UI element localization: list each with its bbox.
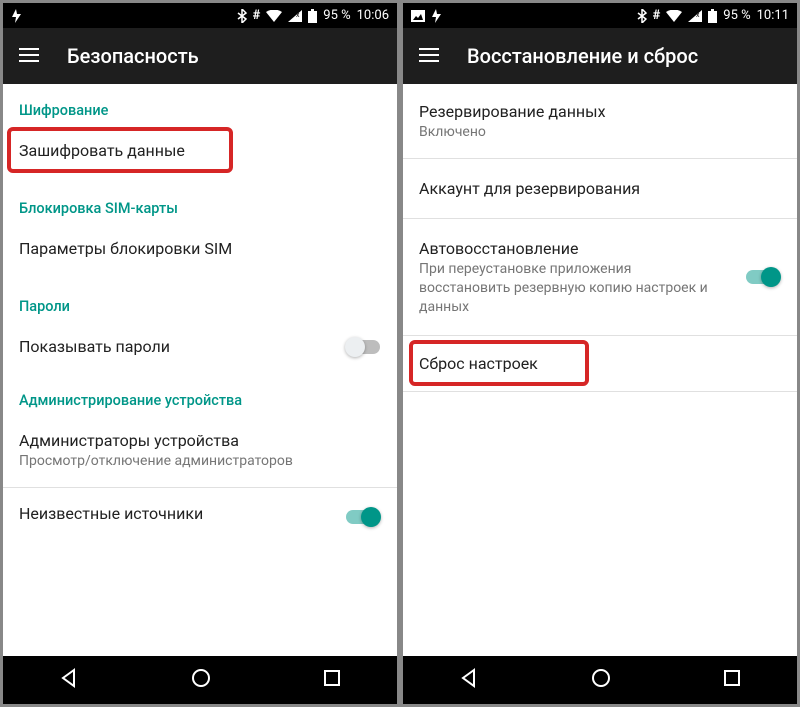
back-button[interactable] [458,667,480,693]
status-bar: # x 95 % 10:06 [3,3,397,28]
toggle-show-passwords[interactable] [345,337,381,357]
item-subtitle: Просмотр/отключение администраторов [19,452,381,471]
item-title: Резервирование данных [419,102,781,121]
item-factory-reset[interactable]: Сброс настроек [403,336,797,391]
item-show-passwords[interactable]: Показывать пароли [3,321,397,372]
item-subtitle: Включено [419,123,781,142]
section-header-passwords: Пароли [3,274,397,321]
item-title: Неизвестные источники [19,504,381,523]
status-bar: # x 95 % 10:11 [403,3,797,28]
home-button[interactable] [190,667,212,693]
back-button[interactable] [58,667,80,693]
item-title: Автовосстановление [419,239,781,258]
divider [403,391,797,392]
battery-percent: 95 % [323,8,350,23]
section-header-admin: Администрирование устройства [3,372,397,415]
toggle-unknown-sources[interactable] [345,507,381,527]
section-header-encryption: Шифрование [3,84,397,125]
toggle-auto-restore[interactable] [745,267,781,287]
recents-button[interactable] [722,668,742,692]
item-title: Аккаунт для резервирования [419,179,781,198]
battery-icon [308,9,317,23]
battery-icon [708,9,717,23]
status-clock: 10:11 [757,8,789,23]
wifi-icon [266,10,282,22]
phone-right: # x 95 % 10:11 Восстановление и сброс Ре… [403,3,797,704]
svg-text:x: x [296,11,300,19]
content: Резервирование данных Включено Аккаунт д… [403,84,797,656]
menu-icon[interactable] [419,47,439,66]
charging-icon [11,9,22,23]
signal-icon: x [288,10,302,22]
page-title: Восстановление и сброс [467,44,698,68]
item-sim-params[interactable]: Параметры блокировки SIM [3,223,397,274]
hash-icon: # [653,8,661,23]
image-icon [411,10,425,22]
svg-text:x: x [696,11,700,19]
bluetooth-icon [237,9,247,23]
item-encrypt-data[interactable]: Зашифровать данные [3,125,397,176]
item-backup-account[interactable]: Аккаунт для резервирования [403,159,797,218]
wifi-icon [666,10,682,22]
bluetooth-icon [637,9,647,23]
item-title: Зашифровать данные [19,141,381,160]
item-device-admins[interactable]: Администраторы устройства Просмотр/отклю… [3,415,397,487]
signal-icon: x [688,10,702,22]
recents-button[interactable] [322,668,342,692]
nav-bar [403,656,797,704]
content: Шифрование Зашифровать данные Блокировка… [3,84,397,656]
status-clock: 10:06 [357,8,389,23]
app-bar: Восстановление и сброс [403,28,797,84]
hash-icon: # [253,8,261,23]
home-button[interactable] [590,667,612,693]
item-title: Администраторы устройства [19,431,381,450]
app-bar: Безопасность [3,28,397,84]
item-title: Сброс настроек [419,354,781,373]
page-title: Безопасность [67,44,199,68]
item-title: Параметры блокировки SIM [19,239,381,258]
item-backup-data[interactable]: Резервирование данных Включено [403,84,797,158]
nav-bar [3,656,397,704]
section-header-sim: Блокировка SIM-карты [3,176,397,223]
battery-percent: 95 % [723,8,750,23]
menu-icon[interactable] [19,47,39,66]
item-unknown-sources[interactable]: Неизвестные источники [3,488,397,529]
charging-icon [431,9,442,23]
item-subtitle: При переустановке приложения восстановит… [419,260,781,317]
item-auto-restore[interactable]: Автовосстановление При переустановке при… [403,219,797,335]
item-title: Показывать пароли [19,337,381,356]
phone-left: # x 95 % 10:06 Безопасность Шифрование З… [3,3,397,704]
